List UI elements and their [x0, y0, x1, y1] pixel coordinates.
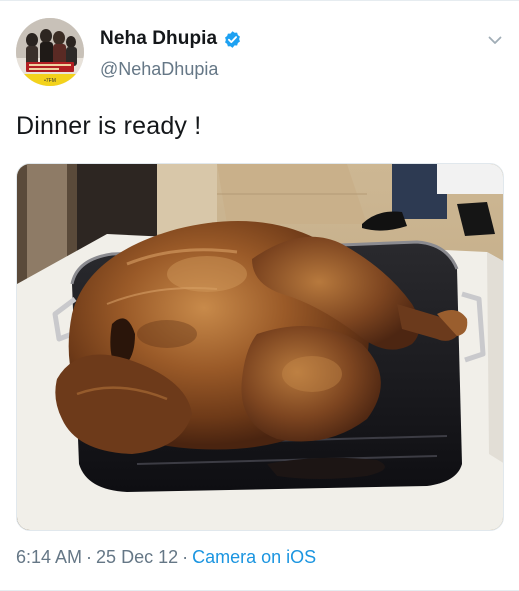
tweet-menu-button[interactable]	[484, 30, 506, 50]
tweet-date[interactable]: 25 Dec 12	[96, 547, 178, 568]
tweet-media[interactable]	[16, 163, 504, 531]
avatar-caption: •7FM	[44, 78, 56, 84]
chevron-down-icon	[488, 36, 502, 44]
author-name-row[interactable]: Neha Dhupia	[100, 26, 242, 52]
top-divider	[0, 0, 519, 1]
meta-separator: ·	[86, 547, 93, 567]
author-handle[interactable]: @NehaDhupia	[100, 59, 218, 80]
tweet-source-link[interactable]: Camera on iOS	[192, 547, 316, 568]
verified-badge-icon	[223, 30, 242, 49]
avatar-poster-image: •7FM	[16, 18, 84, 86]
tweet-time[interactable]: 6:14 AM	[16, 547, 82, 568]
tweet-meta: 6:14 AM · 25 Dec 12 · Camera on iOS	[16, 547, 316, 568]
roast-turkey-image	[17, 164, 503, 530]
tweet-text: Dinner is ready !	[16, 112, 202, 140]
meta-separator: ·	[182, 547, 189, 567]
avatar[interactable]: •7FM	[16, 18, 84, 86]
display-name[interactable]: Neha Dhupia	[100, 28, 217, 50]
